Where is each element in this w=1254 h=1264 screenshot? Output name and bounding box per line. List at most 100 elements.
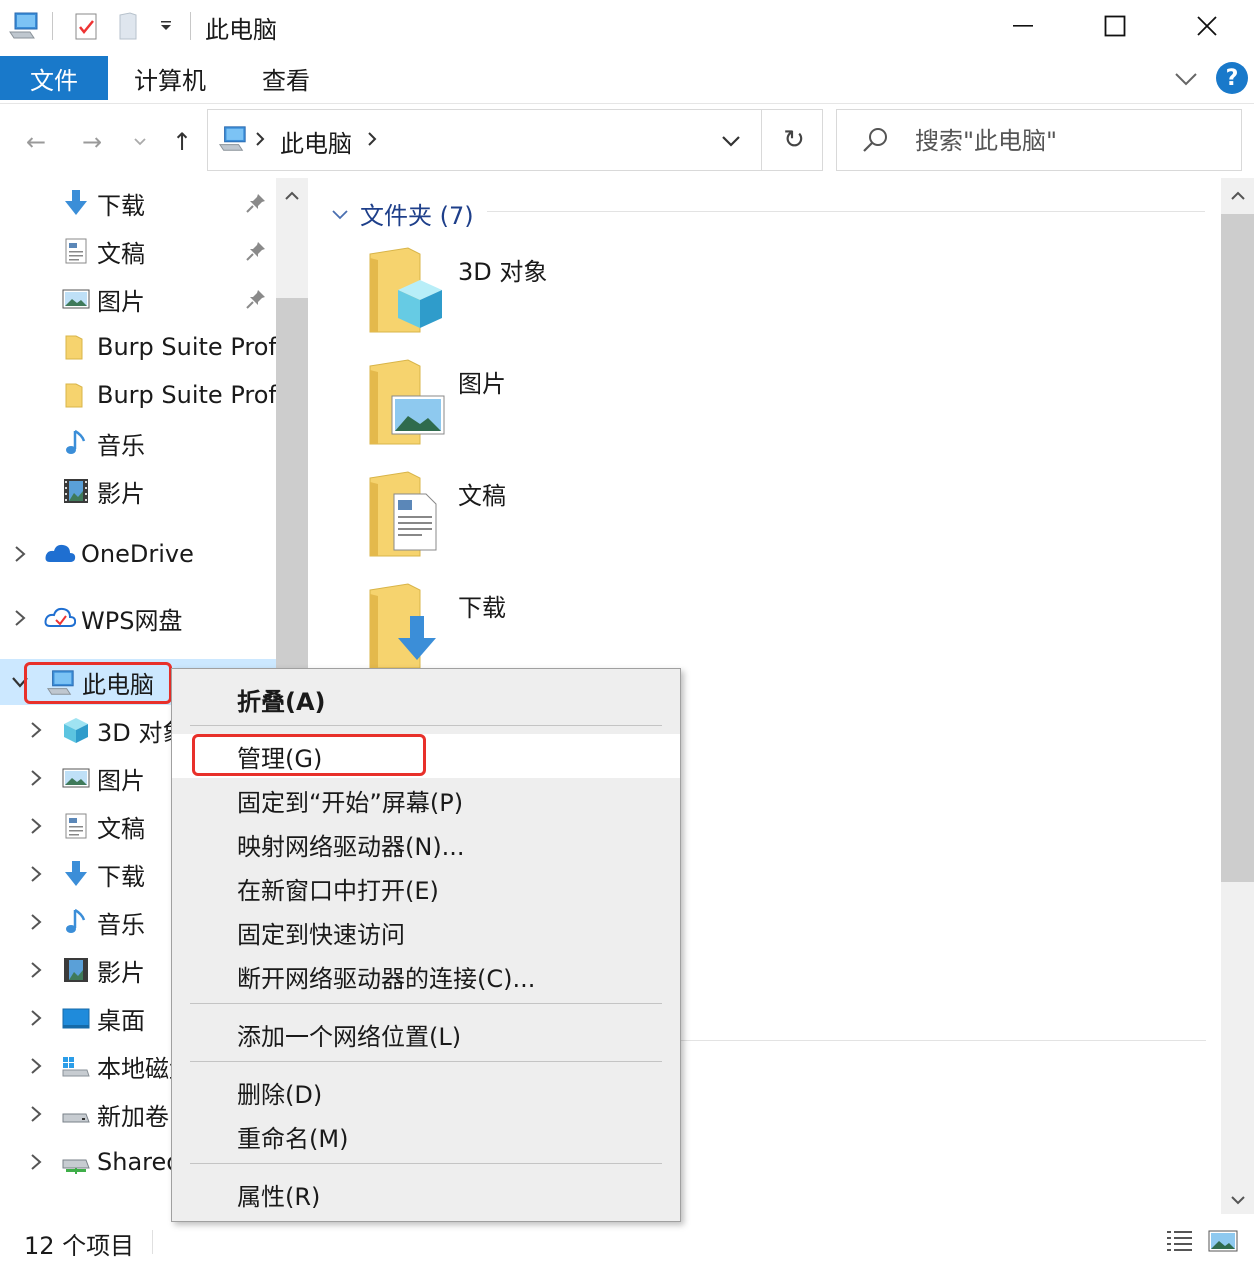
nav-item-pictures[interactable]: 图片 [0,276,276,322]
refresh-button[interactable]: ↻ [776,122,812,158]
expand-chevron-icon[interactable] [25,1007,47,1029]
nav-item-burp-suite-1[interactable]: Burp Suite Professional [0,324,276,370]
folder-3d-objects[interactable]: 3D 对象 [362,246,562,342]
search-box[interactable] [836,109,1242,171]
cube-icon [62,716,90,744]
status-separator [152,1230,153,1254]
this-pc-icon [218,124,250,156]
maximize-button[interactable] [1069,0,1161,52]
close-button[interactable] [1161,0,1253,52]
expand-chevron-icon[interactable] [25,1055,47,1077]
large-icons-view-icon[interactable] [1208,1228,1238,1258]
group-collapse-chevron-icon[interactable] [330,204,350,224]
nav-item-wps-cloud[interactable]: WPS网盘 [0,595,276,641]
pin-icon[interactable] [245,192,267,214]
nav-item-onedrive[interactable]: OneDrive [0,531,276,577]
expand-chevron-icon[interactable] [25,959,47,981]
document-icon [62,237,90,265]
folder-icon [62,333,90,361]
ribbon: 文件 计算机 查看 ? [0,52,1254,104]
item-count: 12 个项目 [24,1232,135,1260]
tab-computer[interactable]: 计算机 [134,56,206,100]
nav-item-music[interactable]: 音乐 [0,420,276,466]
pictures-icon [62,285,90,313]
minimize-button[interactable] [977,0,1069,52]
folder-downloads-icon [368,582,448,672]
windows-drive-icon [62,1052,90,1080]
breadcrumb-separator-icon [254,130,266,152]
menu-item-pin-to-start[interactable]: 固定到“开始”屏幕(P) [172,778,680,822]
expand-chevron-icon[interactable] [25,815,47,837]
address-dropdown-chevron-icon[interactable] [716,126,746,156]
menu-item-delete[interactable]: 删除(D) [172,1070,680,1114]
video-icon [62,477,90,505]
highlight-this-pc [24,662,172,704]
nav-item-downloads[interactable]: 下载 [0,180,276,226]
navigation-bar: ← → ↑ 此电脑 ↻ [0,104,1254,176]
menu-item-pin-to-quick-access[interactable]: 固定到快速访问 [172,910,680,954]
expand-chevron-icon[interactable] [25,911,47,933]
scrollbar-thumb[interactable] [1221,214,1254,882]
music-icon [62,429,90,457]
tab-file[interactable]: 文件 [0,56,108,100]
customize-toolbar-chevron-icon[interactable] [152,8,180,44]
drive-icon [62,1100,90,1128]
forward-button[interactable]: → [76,124,108,160]
expand-chevron-icon[interactable] [25,767,47,789]
title-bar: 此电脑 [0,0,1254,52]
folder-documents-icon [368,470,448,560]
nav-item-burp-suite-2[interactable]: Burp Suite Professional [0,372,276,418]
menu-item-collapse[interactable]: 折叠(A) [172,677,680,721]
folder-pictures-icon [368,358,448,448]
recent-locations-chevron-icon[interactable] [128,124,152,160]
folder-downloads[interactable]: 下载 [362,582,562,678]
menu-item-add-network-location[interactable]: 添加一个网络位置(L) [172,1012,680,1056]
back-button[interactable]: ← [20,124,52,160]
expand-chevron-icon[interactable] [25,1151,47,1173]
address-bar[interactable]: 此电脑 ↻ [207,109,823,171]
nav-item-documents[interactable]: 文稿 [0,228,276,274]
pin-icon[interactable] [245,240,267,262]
menu-item-rename[interactable]: 重命名(M) [172,1114,680,1158]
address-separator [761,110,762,170]
expand-chevron-icon[interactable] [25,719,47,741]
expand-chevron-icon[interactable] [9,607,31,629]
status-bar: 12 个项目 [0,1218,1254,1264]
scroll-up-chevron-icon[interactable] [1228,186,1248,210]
breadcrumb-this-pc[interactable]: 此电脑 [280,124,352,159]
scroll-down-chevron-icon[interactable] [1228,1190,1248,1214]
content-scrollbar[interactable] [1221,178,1254,1214]
this-pc-icon[interactable] [6,8,42,44]
new-folder-icon[interactable] [112,8,144,44]
up-button[interactable]: ↑ [164,124,200,160]
nav-item-videos[interactable]: 影片 [0,468,276,514]
expand-chevron-icon[interactable] [9,543,31,565]
breadcrumb-separator-icon[interactable] [366,130,378,152]
group-divider [487,211,1205,212]
menu-item-open-in-new-window[interactable]: 在新窗口中打开(E) [172,866,680,910]
menu-separator [190,1061,662,1062]
properties-icon[interactable] [68,8,104,44]
expand-chevron-icon[interactable] [25,1103,47,1125]
window-title: 此电脑 [205,16,277,44]
menu-item-disconnect-network-drive[interactable]: 断开网络驱动器的连接(C)... [172,954,680,998]
menu-item-properties[interactable]: 属性(R) [172,1172,680,1216]
scroll-up-chevron-icon[interactable] [282,186,302,206]
pin-icon[interactable] [245,288,267,310]
expand-chevron-icon[interactable] [25,863,47,885]
folder-icon [62,381,90,409]
details-view-icon[interactable] [1166,1228,1194,1258]
group-header-folders[interactable]: 文件夹 (7) [330,196,474,231]
search-input[interactable] [915,124,1225,158]
expand-ribbon-chevron-icon[interactable] [1172,64,1200,92]
help-button[interactable]: ? [1216,62,1248,94]
onedrive-cloud-icon [44,540,76,568]
menu-item-map-network-drive[interactable]: 映射网络驱动器(N)... [172,822,680,866]
group-divider [680,1040,1206,1041]
scrollbar-thumb[interactable] [276,298,308,678]
download-icon [62,189,90,217]
tab-view[interactable]: 查看 [262,56,310,100]
folder-documents[interactable]: 文稿 [362,470,562,566]
network-drive-icon [62,1148,90,1176]
folder-pictures[interactable]: 图片 [362,358,562,454]
